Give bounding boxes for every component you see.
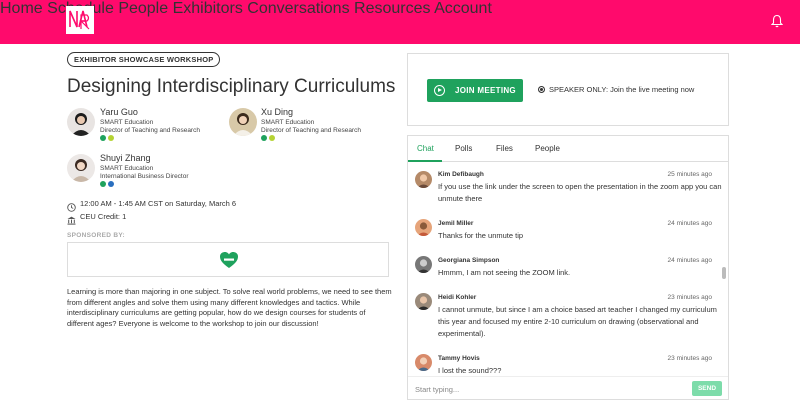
message-time: 24 minutes ago (667, 257, 712, 264)
speaker-avatar[interactable] (67, 108, 95, 136)
user-avatar[interactable] (415, 293, 432, 310)
clock-icon (67, 199, 76, 212)
speaker-role: Director of Teaching and Research (261, 127, 361, 134)
speaker-only-label: SPEAKER ONLY: Join the live meeting now (549, 85, 695, 94)
bell-icon[interactable] (770, 14, 784, 28)
user-avatar[interactable] (415, 354, 432, 371)
tab-polls[interactable]: Polls (455, 144, 472, 153)
user-avatar[interactable] (415, 219, 432, 236)
session-time: 12:00 AM - 1:45 AM CST on Saturday, Marc… (80, 199, 237, 208)
message-author[interactable]: Jemil Miller (438, 220, 473, 227)
sponsored-by-label: SPONSORED BY: (67, 232, 125, 239)
tab-chat[interactable]: Chat (417, 144, 434, 153)
session-description: Learning is more than majoring in one su… (67, 287, 392, 328)
tag-dot (108, 135, 114, 141)
message-time: 24 minutes ago (667, 220, 712, 227)
user-avatar[interactable] (415, 256, 432, 273)
speaker-org: SMART Education (100, 119, 154, 126)
tag-dot (269, 135, 275, 141)
join-meeting-label: JOIN MEETING (455, 86, 516, 95)
chat-scrollbar[interactable] (722, 267, 726, 279)
nav-home[interactable]: Home (0, 0, 43, 17)
message-author[interactable]: Tammy Hovis (438, 355, 480, 362)
message-author[interactable]: Georgiana Simpson (438, 257, 499, 264)
institution-icon (67, 212, 76, 225)
nav-account[interactable]: Account (434, 0, 492, 17)
user-avatar[interactable] (415, 171, 432, 188)
nav-conversations[interactable]: Conversations (247, 0, 349, 17)
speaker-name[interactable]: Xu Ding (261, 107, 293, 117)
message-time: 25 minutes ago (667, 171, 712, 178)
message-time: 23 minutes ago (667, 355, 712, 362)
chat-input-row: SEND (408, 376, 728, 400)
chat-panel: Chat Polls Files People Kim Defibaugh 25… (407, 135, 729, 400)
meeting-panel: JOIN MEETING SPEAKER ONLY: Join the live… (407, 53, 729, 126)
speaker-role: International Business Director (100, 173, 189, 180)
tag-dot (261, 135, 267, 141)
send-button[interactable]: SEND (692, 381, 722, 396)
tab-files[interactable]: Files (496, 144, 513, 153)
speaker-name[interactable]: Shuyi Zhang (100, 153, 151, 163)
message-author[interactable]: Kim Defibaugh (438, 171, 484, 178)
message-time: 23 minutes ago (667, 294, 712, 301)
active-tab-indicator (408, 160, 442, 162)
naber-logo[interactable] (66, 6, 94, 34)
message-author[interactable]: Heidi Kohler (438, 294, 476, 301)
message-text: If you use the link under the screen to … (438, 182, 722, 203)
sponsor-panel (67, 242, 389, 277)
speaker-org: SMART Education (261, 119, 315, 126)
message-text: I cannot unmute, but since I am a choice… (438, 305, 717, 338)
speaker-avatar[interactable] (67, 154, 95, 182)
session-type-badge: EXHIBITOR SHOWCASE WORKSHOP (67, 52, 221, 67)
ceu-credit: CEU Credit: 1 (80, 212, 127, 221)
join-meeting-button[interactable]: JOIN MEETING (427, 79, 523, 102)
message-text: Thanks for the unmute tip (438, 231, 524, 240)
speaker-name[interactable]: Yaru Guo (100, 107, 138, 117)
nav-people[interactable]: People (118, 0, 168, 17)
nav-resources[interactable]: Resources (354, 0, 430, 17)
speaker-org: SMART Education (100, 165, 154, 172)
session-title: Designing Interdisciplinary Curriculums (67, 76, 396, 97)
tag-dot (100, 181, 106, 187)
chat-tabs: Chat Polls Files People (408, 136, 728, 162)
chat-message-input[interactable] (415, 382, 685, 396)
top-nav-bar: Home Schedule People Exhibitors Conversa… (0, 0, 800, 44)
speaker-avatar[interactable] (229, 108, 257, 136)
radio-indicator-icon (538, 86, 545, 93)
speaker-role: Director of Teaching and Research (100, 127, 200, 134)
play-icon (434, 85, 445, 96)
nav-exhibitors[interactable]: Exhibitors (173, 0, 243, 17)
tab-people[interactable]: People (535, 144, 560, 153)
sponsor-logo[interactable] (219, 251, 239, 269)
message-text: Hmmm, I am not seeing the ZOOM link. (438, 268, 571, 277)
tag-dot (108, 181, 114, 187)
tag-dot (100, 135, 106, 141)
speaker-only-option[interactable]: SPEAKER ONLY: Join the live meeting now (538, 85, 694, 94)
